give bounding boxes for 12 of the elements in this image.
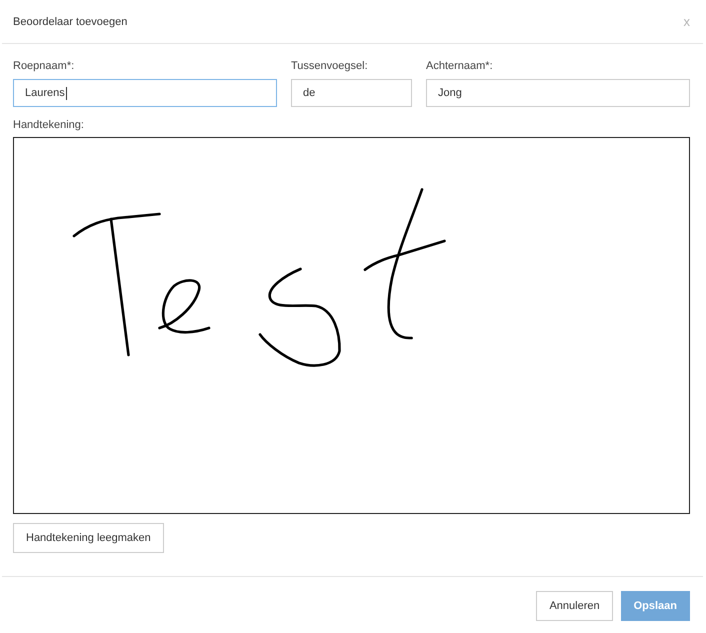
field-label: Achternaam*: — [426, 60, 493, 73]
field-label: Tussenvoegsel: — [291, 60, 368, 73]
signature-pad[interactable] — [13, 137, 690, 514]
field-label: Roepnaam*: — [13, 60, 74, 73]
text-cursor-icon — [66, 86, 67, 100]
clear-signature-button[interactable]: Handtekening leegmaken — [13, 523, 164, 553]
text-input[interactable]: de — [291, 79, 412, 107]
dialog-title: Beoordelaar toevoegen — [13, 16, 128, 28]
text-input[interactable]: Jong — [426, 79, 690, 107]
cancel-button[interactable]: Annuleren — [536, 591, 613, 621]
signature-label: Handtekening: — [13, 119, 85, 132]
text-input[interactable]: Laurens — [13, 79, 277, 107]
